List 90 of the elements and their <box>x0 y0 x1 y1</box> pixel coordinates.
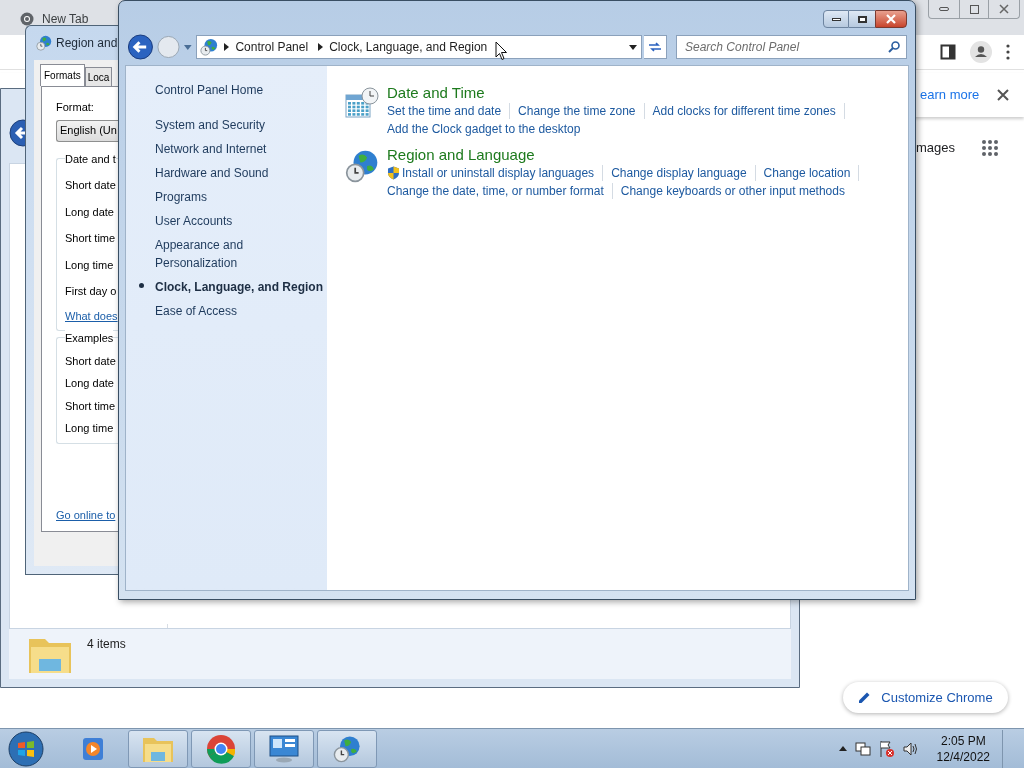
field-label: First day o <box>65 284 117 299</box>
sidebar-link[interactable]: Network and Internet <box>155 140 295 158</box>
close-icon <box>999 4 1009 14</box>
maximize-button[interactable] <box>849 10 875 28</box>
field-label: Long date <box>65 204 114 220</box>
close-icon[interactable] <box>997 89 1010 101</box>
field-label: Short date <box>65 178 116 193</box>
refresh-icon <box>647 41 662 53</box>
browser-tab[interactable]: New Tab <box>8 3 118 35</box>
sidebar-link[interactable]: Programs <box>155 188 295 206</box>
region-taskbar-button[interactable] <box>317 729 377 768</box>
tab-title: New Tab <box>42 11 89 28</box>
field-label: Short time <box>65 231 116 246</box>
learn-more-link[interactable]: earn more <box>920 85 980 105</box>
window-title: Region and <box>56 35 118 52</box>
go-online-link[interactable]: Go online to <box>56 506 116 523</box>
flag-icon[interactable] <box>878 739 895 758</box>
task-link[interactable]: Change keyboards or other input methods <box>620 183 853 199</box>
bullet-icon <box>139 283 144 288</box>
minimize-button[interactable] <box>823 10 849 28</box>
format-dropdown[interactable]: English (Un <box>56 119 118 142</box>
images-link[interactable]: mages <box>916 138 956 158</box>
field-label: Long date <box>65 376 114 391</box>
search-field[interactable]: Search Control Panel <box>676 35 907 59</box>
task-link[interactable]: Change the date, time, or number format <box>387 183 613 199</box>
control-panel-taskbar-button[interactable] <box>254 729 314 768</box>
task-link[interactable]: Change the time zone <box>518 103 645 119</box>
dialog-tab[interactable]: Loca <box>84 67 113 86</box>
sidebar-link[interactable]: System and Security <box>155 116 295 134</box>
format-label: Format: <box>56 100 95 115</box>
restore-button[interactable] <box>959 0 989 18</box>
chevron-icon <box>224 43 230 51</box>
sidebar-link[interactable]: Control Panel Home <box>155 81 264 99</box>
breadcrumb-item[interactable]: Control Panel <box>235 38 309 56</box>
start-button[interactable] <box>8 730 44 767</box>
chrome-logo-icon <box>20 12 34 26</box>
media-player-icon[interactable] <box>82 736 104 761</box>
show-hidden-icons-button[interactable] <box>838 746 847 751</box>
menu-icon[interactable] <box>1006 44 1010 60</box>
status-text: 4 items <box>87 636 126 653</box>
close-icon <box>885 14 897 24</box>
task-link[interactable]: Change display language <box>611 165 756 181</box>
customize-chrome-button[interactable]: Customize Chrome <box>843 682 1008 713</box>
task-link[interactable]: Install or uninstall display languages <box>387 165 604 181</box>
globe-clock-icon <box>345 149 379 183</box>
field-label: Short date <box>65 353 116 369</box>
task-link[interactable]: Add clocks for different time zones <box>652 103 845 119</box>
volume-icon[interactable] <box>902 740 919 757</box>
search-icon <box>888 41 900 53</box>
globe-clock-icon <box>36 35 52 51</box>
close-button[interactable] <box>875 10 907 28</box>
history-dropdown-icon[interactable] <box>182 43 193 51</box>
dialog-tab[interactable]: Formats <box>40 64 85 86</box>
breadcrumb-item[interactable]: Clock, Language, and Region <box>329 38 488 56</box>
shield-icon <box>387 166 400 180</box>
globe-clock-icon <box>200 38 219 56</box>
task-link[interactable]: Change location <box>763 165 860 181</box>
section-title[interactable]: Region and Language <box>387 145 535 165</box>
task-link[interactable]: Add the Clock gadget to the desktop <box>387 121 589 137</box>
caret-icon[interactable] <box>628 44 637 50</box>
pencil-icon <box>858 691 872 704</box>
sidebar-link[interactable]: User Accounts <box>155 212 295 230</box>
help-link[interactable]: What does <box>65 307 118 324</box>
chevron-icon <box>318 43 324 51</box>
side-panel-icon[interactable] <box>940 44 956 60</box>
sidebar-link[interactable]: Appearance and Personalization <box>155 236 295 272</box>
profile-icon[interactable] <box>970 41 992 63</box>
sidebar-link[interactable]: Ease of Access <box>155 302 295 320</box>
mouse-cursor-icon <box>495 41 508 61</box>
clock-date: 12/4/2022 <box>936 748 990 765</box>
calendar-clock-icon <box>345 87 379 121</box>
sidebar-link[interactable]: Hardware and Sound <box>155 164 295 182</box>
apps-grid-icon[interactable] <box>981 138 1000 157</box>
globe-clock-icon <box>333 734 361 763</box>
network-icon[interactable] <box>854 740 871 757</box>
clock-time: 2:05 PM <box>940 732 986 749</box>
section-title[interactable]: Date and Time <box>387 83 485 103</box>
field-label: Long time <box>65 421 114 436</box>
clock[interactable]: 2:05 PM 12/4/2022 <box>936 732 990 765</box>
chrome-logo-icon <box>206 733 236 764</box>
field-label: Long time <box>65 257 114 273</box>
task-link[interactable]: Set the time and date <box>387 103 511 119</box>
back-button[interactable] <box>127 33 154 61</box>
sidebar-link[interactable]: Clock, Language, and Region <box>155 278 325 296</box>
chrome-taskbar-button[interactable] <box>191 729 251 768</box>
field-label: Short time <box>65 398 116 414</box>
monitor-icon <box>269 734 299 763</box>
group-title: Examples <box>65 330 114 347</box>
refresh-button[interactable] <box>643 35 667 59</box>
address-bar[interactable]: Control Panel Clock, Language, and Region <box>196 35 642 59</box>
